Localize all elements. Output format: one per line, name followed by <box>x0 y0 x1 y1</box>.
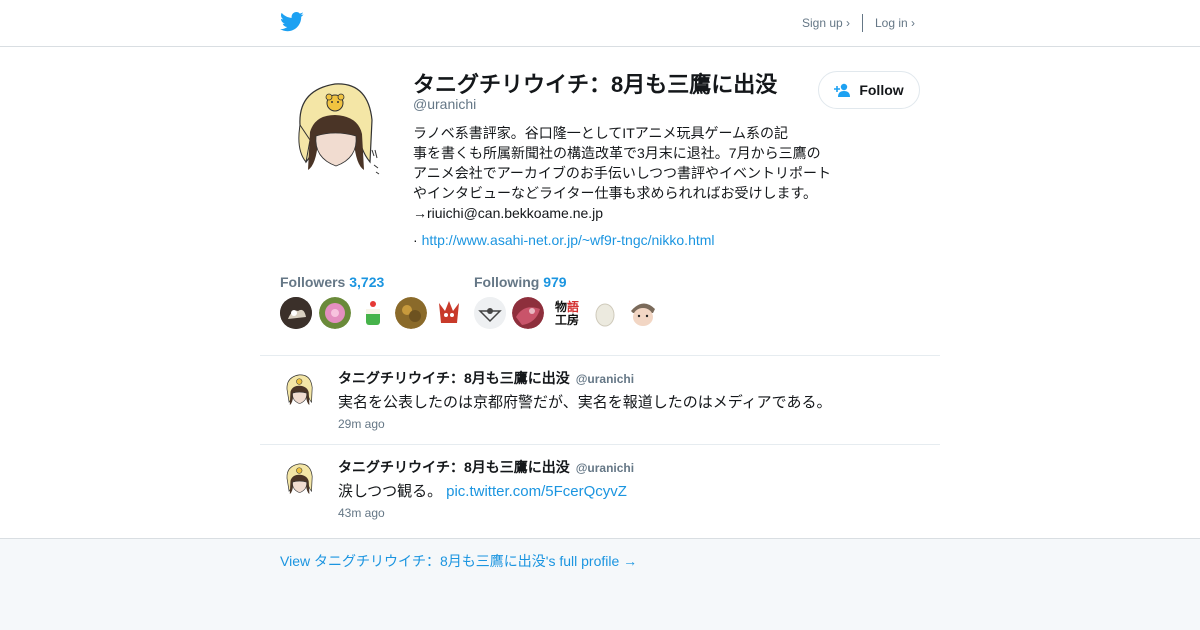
profile-url-link[interactable]: http://www.asahi-net.or.jp/~wf9r-tngc/ni… <box>422 232 715 248</box>
follower-avatar[interactable] <box>280 297 312 329</box>
view-full-profile-link[interactable]: View タニグチリウイチ：8月も三鷹に出没's full profile → <box>280 551 637 571</box>
followers-stat[interactable]: Followers 3,723 <box>280 274 384 290</box>
log-in-link[interactable]: Log in › <box>875 16 915 30</box>
tweet-author-name: タニグチリウイチ：8月も三鷹に出没 <box>338 370 570 386</box>
follower-avatar[interactable] <box>433 297 465 329</box>
following-stat[interactable]: Following 979 <box>474 274 567 290</box>
tweet-author-handle: @uranichi <box>575 372 635 386</box>
top-bar: Sign up › Log in › <box>0 0 1200 47</box>
svg-text:工房: 工房 <box>555 312 579 327</box>
tweet-timestamp[interactable]: 43m ago <box>338 506 385 520</box>
following-label: Following <box>474 274 540 290</box>
following-avatar[interactable] <box>512 297 544 329</box>
tweet-author[interactable]: タニグチリウイチ：8月も三鷹に出没 @uranichi <box>338 457 634 477</box>
profile-handle: @uranichi <box>413 96 477 112</box>
tweet-author[interactable]: タニグチリウイチ：8月も三鷹に出没 @uranichi <box>338 368 634 388</box>
url-bullet: · <box>413 232 418 248</box>
follow-button[interactable]: Follow <box>818 71 920 109</box>
profile-url-line: · http://www.asahi-net.or.jp/~wf9r-tngc/… <box>413 232 715 248</box>
tweet-timestamp[interactable]: 29m ago <box>338 417 385 431</box>
following-count: 979 <box>543 274 567 290</box>
tweet-text: 実名を公表したのは京都府警だが、実名を報道したのはメディアである。 <box>338 394 832 411</box>
following-avatar[interactable]: 物語 工房 <box>551 297 583 329</box>
sign-up-link[interactable]: Sign up › <box>802 16 850 30</box>
follower-avatar[interactable] <box>357 297 389 329</box>
follower-avatar[interactable] <box>319 297 351 329</box>
header-separator <box>862 14 863 32</box>
tweet-author-name: タニグチリウイチ：8月も三鷹に出没 <box>338 459 570 475</box>
twitter-bird-icon[interactable] <box>280 11 304 33</box>
svg-text:物語: 物語 <box>555 299 579 314</box>
follow-button-label: Follow <box>859 82 904 98</box>
tweet-body: 涙しつつ観る。 <box>338 483 443 500</box>
following-avatar[interactable] <box>589 297 621 329</box>
timeline-divider <box>260 355 940 356</box>
tweet-text: 涙しつつ観る。 pic.twitter.com/5FcerQcyvZ <box>338 480 627 501</box>
tweet-avatar[interactable] <box>280 459 322 501</box>
tweet-avatar[interactable] <box>280 370 322 412</box>
add-person-icon <box>834 83 851 97</box>
following-avatar[interactable] <box>627 297 659 329</box>
profile-avatar[interactable] <box>280 70 400 190</box>
follower-avatar[interactable] <box>395 297 427 329</box>
followers-count: 3,723 <box>349 274 385 290</box>
timeline-divider <box>260 444 940 445</box>
footer: View タニグチリウイチ：8月も三鷹に出没's full profile → <box>0 538 1200 630</box>
followers-label: Followers <box>280 274 346 290</box>
following-avatar[interactable] <box>474 297 506 329</box>
profile-name: タニグチリウイチ：8月も三鷹に出没 <box>413 72 778 97</box>
tweet-media-link[interactable]: pic.twitter.com/5FcerQcyvZ <box>446 483 627 500</box>
profile-bio: ラノベ系書評家。谷口隆一としてITアニメ玩具ゲーム系の記 事を書くも所属新聞社の… <box>413 125 832 221</box>
tweet-author-handle: @uranichi <box>575 461 635 475</box>
